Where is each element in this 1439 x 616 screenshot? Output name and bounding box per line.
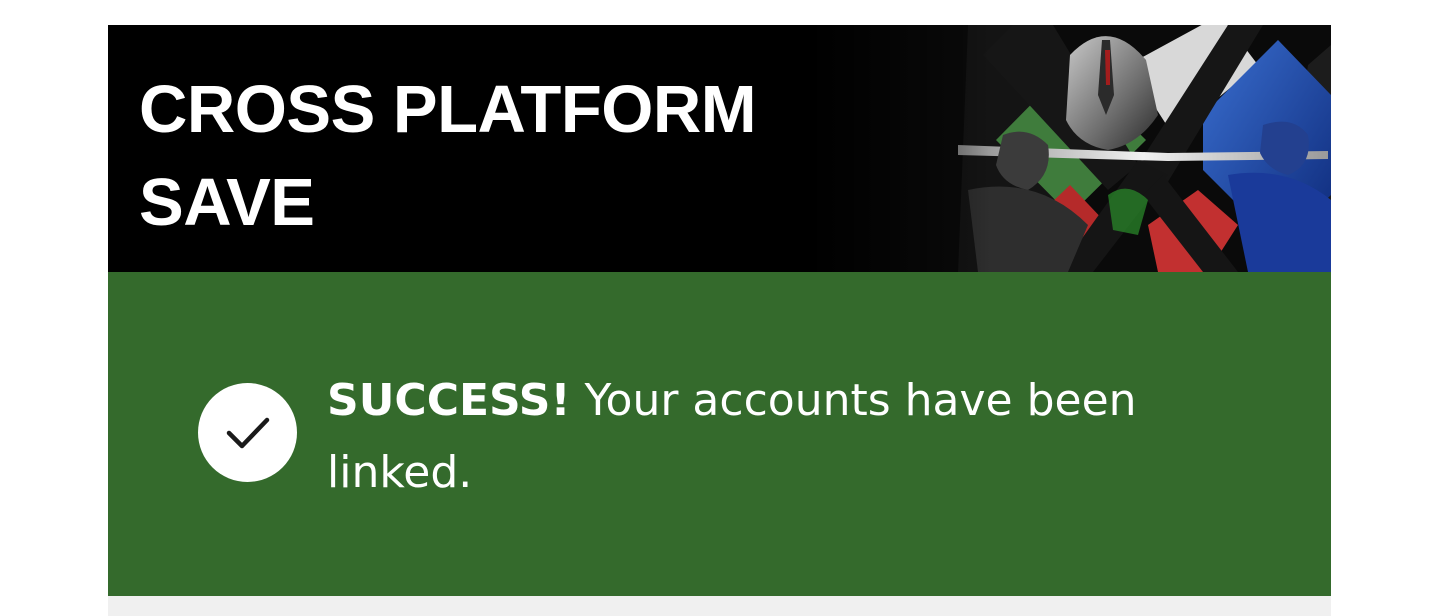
page-title: CROSS PLATFORM SAVE bbox=[139, 63, 819, 249]
success-banner: SUCCESS! Your accounts have been linked. bbox=[108, 272, 1331, 596]
page-title-line-1: CROSS PLATFORM bbox=[139, 72, 757, 147]
page-title-line-2: SAVE bbox=[139, 165, 315, 240]
hero-artwork bbox=[808, 25, 1331, 272]
success-message: SUCCESS! Your accounts have been linked. bbox=[327, 365, 1207, 509]
page: CROSS PLATFORM SAVE SUCCESS! Your accoun… bbox=[0, 0, 1439, 616]
checkmark-icon bbox=[198, 383, 297, 482]
content-area-top bbox=[108, 596, 1331, 616]
success-label: SUCCESS! bbox=[327, 375, 571, 426]
cross-save-card: CROSS PLATFORM SAVE SUCCESS! Your accoun… bbox=[108, 25, 1331, 616]
page-header: CROSS PLATFORM SAVE bbox=[108, 25, 1331, 272]
